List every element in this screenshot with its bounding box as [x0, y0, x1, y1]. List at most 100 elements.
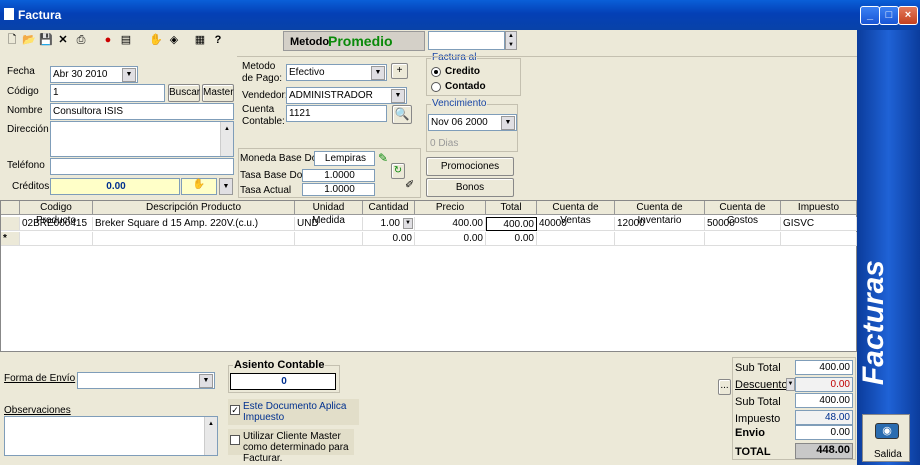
- chevron-down-icon[interactable]: ▼: [391, 89, 405, 103]
- fecha-field[interactable]: Abr 30 2010 ▼: [50, 66, 138, 83]
- row-selector[interactable]: [1, 217, 20, 231]
- chevron-down-icon[interactable]: ▼: [501, 116, 515, 130]
- table-cell[interactable]: [705, 232, 781, 246]
- more-button[interactable]: ...: [718, 379, 731, 395]
- calculator-icon[interactable]: ▦: [192, 32, 208, 48]
- col-costos[interactable]: Cuenta de Costos: [705, 201, 781, 226]
- bonos-button[interactable]: Bonos: [426, 178, 514, 197]
- new-row-marker[interactable]: *: [1, 232, 20, 246]
- col-impuesto[interactable]: Impuesto: [781, 201, 857, 215]
- table-cell[interactable]: [615, 232, 705, 246]
- table-cell[interactable]: [295, 232, 363, 246]
- master-button[interactable]: Master: [202, 84, 234, 102]
- asiento-field: 0: [230, 373, 336, 390]
- vendedor-select[interactable]: ADMINISTRADOR ▼: [286, 87, 407, 104]
- table-cell[interactable]: [781, 232, 857, 246]
- descuento-value[interactable]: 0.00: [795, 377, 853, 392]
- buscar-button[interactable]: Buscar: [168, 84, 200, 102]
- table-cell[interactable]: 02BRE000415: [20, 217, 93, 231]
- direccion-field[interactable]: ▲▼: [50, 121, 234, 157]
- col-precio[interactable]: Precio: [415, 201, 486, 215]
- new-icon[interactable]: 🗋: [4, 32, 20, 48]
- table-cell[interactable]: 400.00: [415, 217, 486, 231]
- forma-envio-select[interactable]: ▼: [77, 372, 215, 389]
- codigo-field[interactable]: 1: [50, 84, 165, 102]
- nombre-field[interactable]: Consultora ISIS: [50, 103, 234, 120]
- aplica-impuesto-checkbox[interactable]: ✓: [230, 405, 240, 415]
- table-cell[interactable]: [537, 232, 615, 246]
- direccion-scrollbar[interactable]: ▲▼: [220, 122, 233, 156]
- col-inventario[interactable]: Cuenta de Inventario: [615, 201, 705, 226]
- col-descripcion[interactable]: Descripción Producto: [93, 201, 295, 215]
- cuenta-label-1: Cuenta: [242, 104, 275, 115]
- cell-dropdown-icon[interactable]: ▼: [403, 218, 413, 229]
- table-cell[interactable]: Breker Square d 15 Amp. 220V.(c.u.): [93, 217, 295, 231]
- table-cell[interactable]: 400.00: [486, 217, 537, 231]
- tasa-base-field[interactable]: 1.0000: [302, 169, 375, 182]
- vencimiento-field[interactable]: Nov 06 2000 ▼: [428, 114, 517, 131]
- pencil-icon[interactable]: ✎: [378, 151, 392, 165]
- table-cell[interactable]: 1.00 ▼: [363, 217, 415, 231]
- impuesto-label: Impuesto: [735, 413, 781, 425]
- chevron-down-icon[interactable]: ▼: [371, 66, 385, 80]
- dias-label: 0 Dias: [430, 138, 459, 149]
- add-payment-button[interactable]: +: [391, 63, 408, 79]
- table-cell[interactable]: 0.00: [363, 232, 415, 246]
- vencimiento-label: Vencimiento: [431, 98, 488, 109]
- save-icon[interactable]: 💾: [38, 32, 54, 48]
- metodo-pago-select[interactable]: Efectivo ▼: [286, 64, 387, 81]
- chevron-down-icon[interactable]: ▼: [219, 178, 233, 195]
- observaciones-field[interactable]: ▲▼: [4, 416, 218, 456]
- minimize-button[interactable]: _: [860, 6, 880, 25]
- search-icon[interactable]: 🔍: [392, 105, 412, 124]
- table-cell[interactable]: [93, 232, 295, 246]
- spin-button[interactable]: ▲ ▼: [505, 31, 517, 50]
- credito-radio[interactable]: [431, 67, 441, 77]
- descuento-dropdown-icon[interactable]: ▼: [786, 378, 795, 391]
- col-cantidad[interactable]: Cantidad: [363, 201, 415, 215]
- col-unidad[interactable]: Unidad Medida: [295, 201, 363, 226]
- delete-icon[interactable]: ✕: [55, 32, 71, 48]
- credit-hand-icon[interactable]: ✋: [181, 178, 217, 195]
- table-cell[interactable]: [20, 232, 93, 246]
- tasa-actual-field[interactable]: 1.0000: [302, 183, 375, 196]
- toolbar-input[interactable]: [428, 31, 505, 50]
- col-total[interactable]: Total: [486, 201, 537, 215]
- salida-button[interactable]: ◉ Salida: [862, 414, 910, 462]
- contado-radio[interactable]: [431, 82, 441, 92]
- envio-label: Envio: [735, 427, 765, 439]
- tasa-actual-label: Tasa Actual: [240, 185, 292, 196]
- cuenta-field[interactable]: 1121: [286, 105, 387, 122]
- select-icon[interactable]: ▤: [118, 32, 134, 48]
- print-icon[interactable]: ⎙: [73, 32, 89, 48]
- grid-corner: [1, 201, 20, 215]
- products-grid[interactable]: Codigo Producto Descripción Producto Uni…: [0, 200, 857, 352]
- table-cell[interactable]: UND: [295, 217, 363, 231]
- chevron-down-icon[interactable]: ▼: [199, 374, 213, 388]
- telefono-field[interactable]: [50, 158, 234, 175]
- table-cell[interactable]: 0.00: [415, 232, 486, 246]
- observaciones-scrollbar[interactable]: ▲▼: [204, 417, 217, 455]
- table-cell[interactable]: 12000: [615, 217, 705, 231]
- help-icon[interactable]: ?: [210, 32, 226, 48]
- col-codigo[interactable]: Codigo Producto: [20, 201, 93, 226]
- moneda-field[interactable]: Lempiras: [314, 151, 375, 166]
- maximize-button[interactable]: □: [879, 6, 899, 25]
- hand-icon[interactable]: ✋: [148, 32, 164, 48]
- col-ventas[interactable]: Cuenta de Ventas: [537, 201, 615, 226]
- promociones-button[interactable]: Promociones: [426, 157, 514, 176]
- table-cell[interactable]: 50000: [705, 217, 781, 231]
- cliente-master-checkbox[interactable]: [230, 435, 240, 445]
- brush-icon[interactable]: ✐: [405, 178, 419, 194]
- open-icon[interactable]: 📂: [21, 32, 37, 48]
- table-cell[interactable]: 40000: [537, 217, 615, 231]
- close-button[interactable]: ×: [898, 6, 918, 25]
- stop-icon[interactable]: ●: [100, 32, 116, 48]
- vendedor-value: ADMINISTRADOR: [289, 90, 373, 101]
- eraser-icon[interactable]: ◈: [166, 32, 182, 48]
- refresh-icon[interactable]: ↻: [391, 163, 405, 179]
- table-cell[interactable]: 0.00: [486, 232, 537, 246]
- table-cell[interactable]: GISVC: [781, 217, 857, 231]
- observaciones-label: Observaciones: [4, 405, 71, 416]
- chevron-down-icon[interactable]: ▼: [122, 68, 136, 82]
